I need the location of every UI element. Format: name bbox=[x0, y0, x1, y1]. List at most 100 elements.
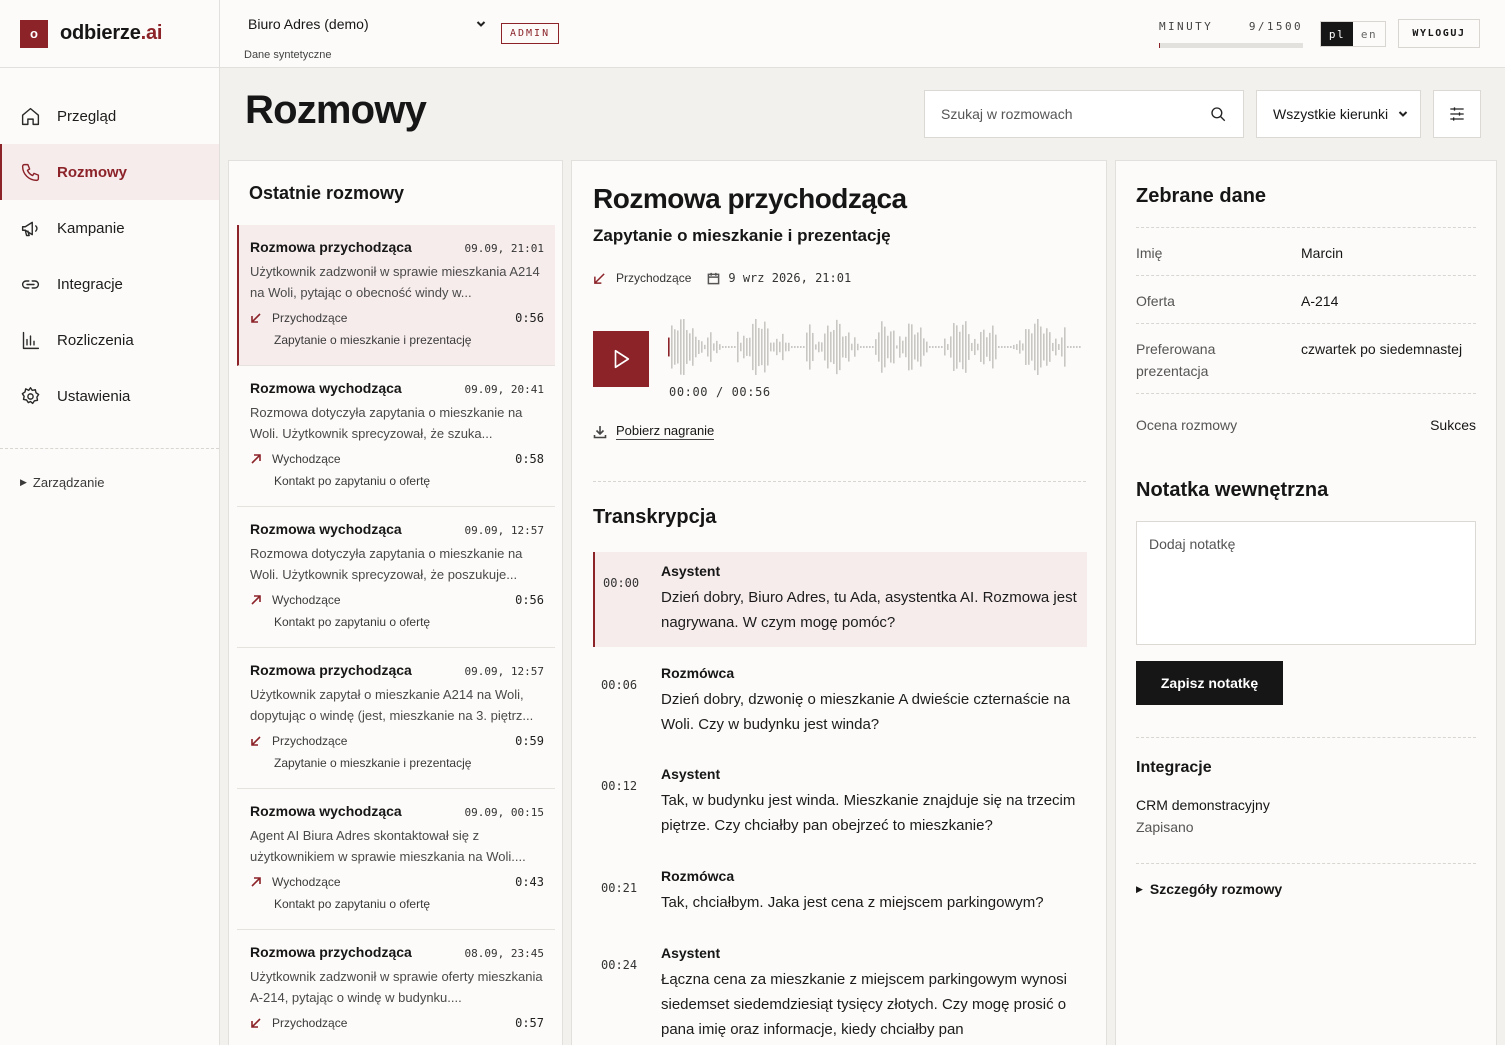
topbar: Biuro Adres (demo) Dane syntetyczne ADMI… bbox=[220, 0, 1505, 68]
call-item-title: Rozmowa przychodząca bbox=[250, 662, 412, 678]
transcript-row[interactable]: 00:24 Asystent Łączna cena za mieszkanie z… bbox=[593, 934, 1087, 1044]
transcript-text: Dzień dobry, dzwonię o mieszkanie A dwie… bbox=[661, 691, 1071, 733]
note-textarea[interactable]: Dodaj notatkę bbox=[1136, 521, 1476, 645]
waveform-bar bbox=[1076, 346, 1078, 348]
download-recording-link[interactable]: Pobierz nagranie bbox=[593, 423, 715, 440]
waveform-bar bbox=[755, 319, 757, 375]
call-list-item[interactable]: Rozmowa przychodząca 09.09, 21:01 Użytkown… bbox=[237, 225, 555, 366]
waveform-bar bbox=[1061, 337, 1063, 357]
call-item-direction: Wychodzące bbox=[272, 593, 341, 607]
nav-item-settings[interactable]: Ustawienia bbox=[0, 368, 219, 424]
nav-item-integrations[interactable]: Integracje bbox=[0, 256, 219, 312]
waveform-bar bbox=[914, 334, 916, 360]
page-title: Rozmowy bbox=[245, 88, 427, 132]
waveform-bar bbox=[1007, 346, 1009, 348]
transcript-row[interactable]: 00:12 Asystent Tak, w budynku jest winda. … bbox=[593, 755, 1087, 847]
arrow-up-right-icon bbox=[251, 454, 261, 464]
call-meta: Przychodzące 9 wrz 2026, 21:01 bbox=[593, 271, 851, 285]
call-item-direction: Przychodzące bbox=[272, 311, 348, 325]
waveform-bar bbox=[713, 343, 715, 351]
call-list-item[interactable]: Rozmowa wychodząca 09.09, 00:15 Agent AI B… bbox=[237, 789, 555, 930]
call-item-duration: 0:59 bbox=[515, 734, 544, 748]
waveform-bar bbox=[992, 325, 994, 369]
sliders-icon bbox=[1450, 107, 1464, 121]
search-input[interactable]: Szukaj w rozmowach bbox=[924, 90, 1244, 138]
call-list-item[interactable]: Rozmowa wychodząca 09.09, 12:57 Rozmowa do… bbox=[237, 507, 555, 648]
manage-toggle[interactable]: ▶ Zarządzanie bbox=[0, 449, 219, 490]
waveform-bar bbox=[824, 333, 826, 361]
call-item-summary: Rozmowa dotyczyła zapytania o mieszkanie… bbox=[250, 405, 523, 441]
call-list-item[interactable]: Rozmowa wychodząca 09.09, 20:41 Rozmowa do… bbox=[237, 366, 555, 507]
waveform-bar bbox=[851, 343, 853, 351]
waveform-bar bbox=[719, 344, 721, 350]
nav-label: Rozliczenia bbox=[57, 331, 134, 349]
call-subtitle: Zapytanie o mieszkanie i prezentację bbox=[593, 226, 891, 245]
integration-status: Zapisano bbox=[1136, 819, 1194, 835]
lang-en-button[interactable]: en bbox=[1353, 22, 1385, 46]
filter-button[interactable] bbox=[1433, 90, 1481, 138]
nav-item-billing[interactable]: Rozliczenia bbox=[0, 312, 219, 368]
waveform-bar bbox=[875, 339, 877, 355]
waveform-bar bbox=[983, 329, 985, 365]
waveform-bar bbox=[890, 331, 892, 363]
nav-label: Rozmowy bbox=[57, 163, 128, 181]
waveform-bar bbox=[794, 346, 796, 348]
save-note-button[interactable]: Zapisz notatkę bbox=[1136, 661, 1283, 705]
field-value: Sukces bbox=[1430, 417, 1476, 433]
waveform-bar bbox=[917, 332, 919, 362]
call-item-direction: Przychodzące bbox=[272, 734, 348, 748]
transcript-time: 00:00 bbox=[603, 576, 640, 590]
office-select[interactable]: Biuro Adres (demo) bbox=[244, 10, 490, 38]
integration-name: CRM demonstracyjny bbox=[1136, 797, 1270, 813]
waveform-bar bbox=[1022, 343, 1024, 351]
direction-select[interactable]: Wszystkie kierunki bbox=[1256, 90, 1421, 138]
call-details-label: Szczegóły rozmowy bbox=[1149, 881, 1283, 897]
call-item-meta: Wychodzące 0:56 bbox=[250, 593, 544, 607]
nav-item-overview[interactable]: Przegląd bbox=[0, 88, 219, 144]
audio-waveform[interactable] bbox=[668, 318, 1088, 376]
transcript-speaker: Rozmówca bbox=[661, 868, 735, 884]
nav-item-campaigns[interactable]: Kampanie bbox=[0, 200, 219, 256]
call-item-time: 09.09, 00:15 bbox=[464, 806, 544, 819]
waveform-bar bbox=[971, 342, 973, 352]
waveform-bar bbox=[1004, 346, 1006, 348]
nav-item-calls[interactable]: Rozmowy bbox=[0, 144, 219, 200]
call-item-summary: Użytkownik zadzwonił w sprawie oferty mi… bbox=[250, 969, 543, 1005]
brand[interactable]: o odbierze.ai bbox=[0, 0, 219, 68]
waveform-bar bbox=[911, 324, 913, 370]
call-list-item[interactable]: Rozmowa przychodząca 09.09, 12:57 Użytkown… bbox=[237, 648, 555, 789]
call-item-summary: Rozmowa dotyczyła zapytania o mieszkanie… bbox=[250, 546, 523, 582]
office-select-value: Biuro Adres (demo) bbox=[248, 16, 369, 32]
caret-right-icon: ▶ bbox=[20, 477, 27, 487]
divider bbox=[1136, 863, 1476, 864]
field-rating: Ocena rozmowy Sukces bbox=[1136, 393, 1476, 445]
waveform-bar bbox=[704, 344, 706, 350]
arrow-up-right-icon bbox=[251, 877, 261, 887]
field-presentation: Preferowana prezentacja czwartek po sied… bbox=[1136, 323, 1476, 393]
field-offer: Oferta A-214 bbox=[1136, 275, 1476, 323]
waveform-bar bbox=[995, 334, 997, 360]
waveform-bar bbox=[1031, 333, 1033, 361]
play-button[interactable] bbox=[593, 331, 649, 387]
play-icon bbox=[614, 349, 630, 369]
call-item-meta: Przychodzące 0:56 bbox=[250, 311, 544, 325]
waveform-bar bbox=[839, 323, 841, 371]
waveform-bar bbox=[1058, 344, 1060, 350]
call-item-summary: Użytkownik zapytał o mieszkanie A214 na … bbox=[250, 687, 534, 723]
call-item-title: Rozmowa wychodząca bbox=[250, 380, 402, 396]
waveform-bar bbox=[797, 346, 799, 348]
minutes-usage: MINUTY 9/1500 bbox=[1159, 20, 1303, 48]
recent-calls-title: Ostatnie rozmowy bbox=[249, 183, 405, 203]
transcript-row[interactable]: 00:00 Asystent Dzień dobry, Biuro Adres, t… bbox=[593, 552, 1087, 647]
transcript-row[interactable]: 00:21 Rozmówca Tak, chciałbym. Jaka jest c… bbox=[593, 857, 1087, 925]
call-details-toggle[interactable]: ▶ Szczegóły rozmowy bbox=[1136, 881, 1282, 897]
lang-pl-button[interactable]: pl bbox=[1321, 22, 1353, 46]
call-item-direction: Wychodzące bbox=[272, 875, 341, 889]
call-item-topic: Zapytanie o mieszkanie i prezentację bbox=[274, 333, 472, 347]
call-list-item[interactable]: Rozmowa przychodząca 08.09, 23:45 Użytkown… bbox=[237, 930, 555, 1045]
waveform-bar bbox=[863, 346, 865, 348]
transcript-row[interactable]: 00:06 Rozmówca Dzień dobry, dzwonię o mies… bbox=[593, 654, 1087, 746]
logout-button[interactable]: WYLOGUJ bbox=[1398, 19, 1480, 48]
call-item-duration: 0:57 bbox=[515, 1016, 544, 1030]
search-icon[interactable] bbox=[1209, 105, 1227, 123]
